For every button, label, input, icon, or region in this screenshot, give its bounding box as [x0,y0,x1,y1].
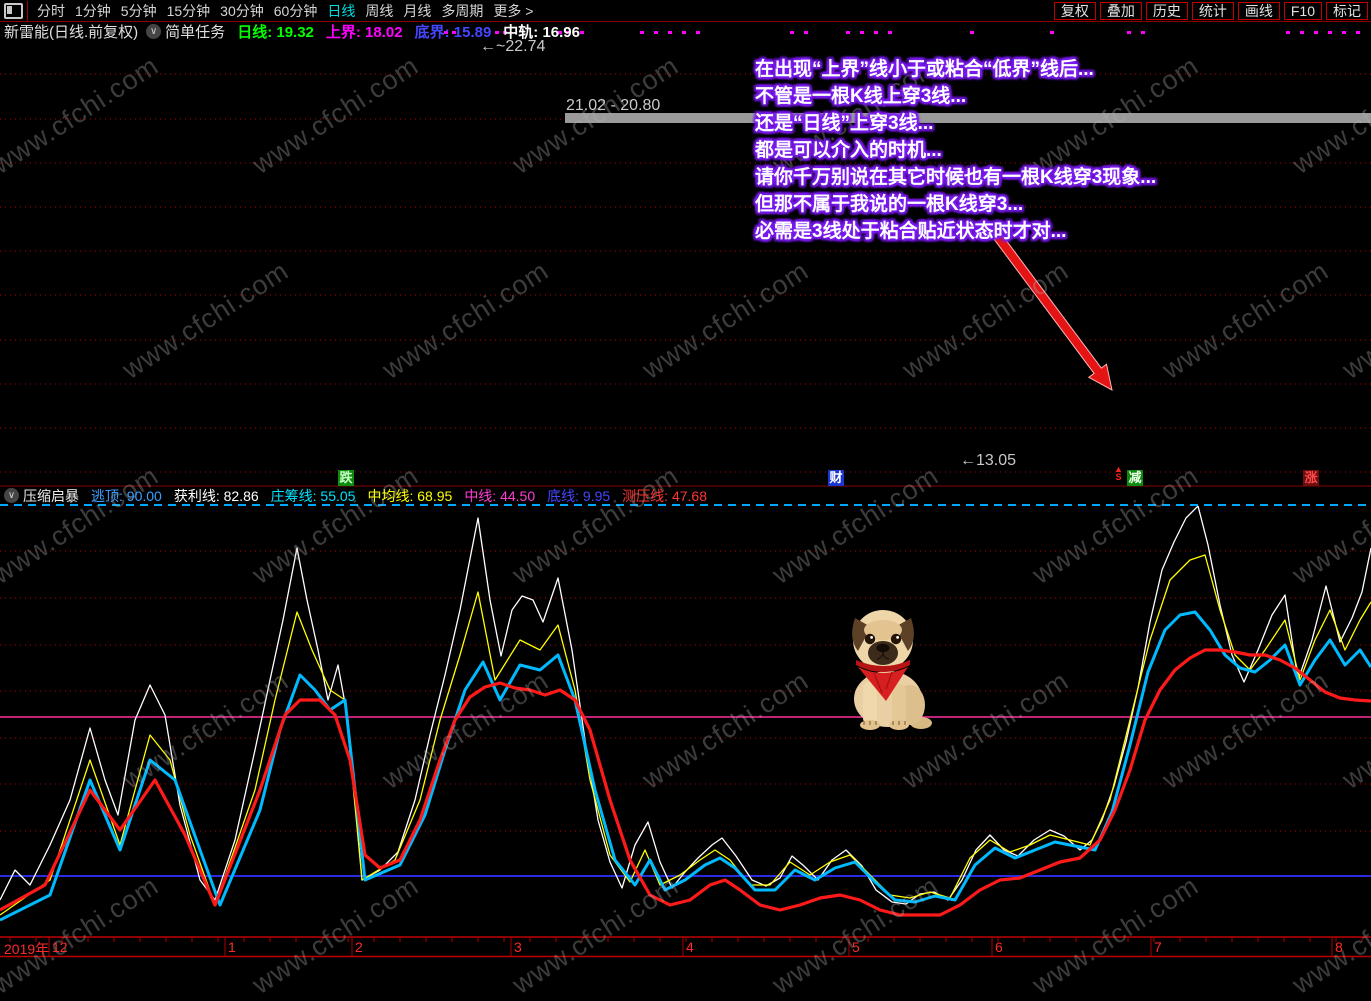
sub-value-5: 底线: 9.95 [547,487,611,504]
event-badge-0: 跌 [338,470,354,486]
stock-title: 新雷能(日线.前复权) [4,23,139,41]
menu-item-8[interactable]: 月线 [403,1,431,21]
annotation-line-0: 在出现“上界”线小于或粘合“低界”线后... [755,59,1094,80]
menu-item-0[interactable]: 分时 [37,1,65,21]
sub-value-6: 测压线: 47.68 [622,487,707,504]
menu-item-3[interactable]: 15分钟 [167,1,211,21]
menu-item-4[interactable]: 30分钟 [220,1,264,21]
axis-month-label-2: 2 [355,939,363,955]
right-menu-3[interactable]: 统计 [1191,1,1234,20]
menu-item-9[interactable]: 多周期 [441,1,483,21]
top-menu-items: 分时 1分钟 5分钟 15分钟 30分钟 60分钟 日线 周线 月线 多周期 更多 > [32,1,538,21]
annotation-line-6: 必需是3线处于粘合贴近状态时才对... [755,221,1067,242]
axis-month-label-4: 4 [686,939,694,955]
right-menu: 复权 叠加 历史 统计 画线 F10 标记 [1053,1,1371,20]
right-menu-2[interactable]: 历史 [1145,1,1188,20]
axis-month-label-1: 1 [228,939,236,955]
axis-month-label-8: 8 [1335,939,1343,955]
menu-item-10[interactable]: 更多 > [493,1,533,21]
right-menu-5[interactable]: F10 [1283,1,1322,20]
axis-year-label: 2019年 [4,941,50,957]
menu-item-5[interactable]: 60分钟 [274,1,318,21]
price-label-high: ←~22.74 [480,38,546,55]
menu-item-6[interactable]: 日线 [327,1,355,21]
menu-item-2[interactable]: 5分钟 [121,1,157,21]
right-menu-4[interactable]: 画线 [1237,1,1280,20]
chart-svg[interactable] [0,0,1371,958]
price-label-band: 21.02 - 20.80 [566,97,661,114]
annotation-line-1: 不管是一根K线上穿3线... [755,86,967,107]
puppy-image [852,610,932,730]
axis-month-label-5: 5 [852,939,860,955]
menu-item-7[interactable]: 周线 [365,1,393,21]
info-value-0: 日线: 19.32 [237,23,314,41]
top-menu-bar: 分时 1分钟 5分钟 15分钟 30分钟 60分钟 日线 周线 月线 多周期 更多 > 复权 叠加 历史… [0,0,1371,22]
sub-indicator-values: 逃顶: 90.00 获利线: 82.86 庄筹线: 55.05 中均线: 68.95 中… [79,486,707,506]
task-chevron-icon[interactable]: ∨ [146,23,162,39]
sub-value-2: 庄筹线: 55.05 [270,487,356,504]
indicator-name[interactable]: 压缩启暴 [23,486,79,506]
axis-month-label-0: 12 [52,939,68,955]
menu-item-1[interactable]: 1分钟 [75,1,111,21]
sell-marker-icon: ▲ S [1114,464,1123,482]
sub-indicator-header: ∨ 压缩启暴 逃顶: 90.00 获利线: 82.86 庄筹线: 55.05 中均线:… [4,487,707,504]
task-label[interactable]: 简单任务 [165,21,225,42]
event-badge-3: 涨 [1303,470,1319,486]
annotation-line-3: 都是可以介入的时机... [755,140,942,161]
indicator-chevron-icon[interactable]: ∨ [4,488,19,503]
annotation-line-5: 但那不属于我说的一根K线穿3... [755,194,1024,215]
axis-month-label-7: 7 [1154,939,1162,955]
event-badge-1: 财 [828,470,844,486]
sub-value-0: 逃顶: 90.00 [91,487,162,504]
annotation-note: 在出现“上界”线小于或粘合“低界”线后... 不管是一根K线上穿3线... 还是“日… [755,56,1156,245]
event-badge-2: 减 [1127,470,1143,486]
sub-value-4: 中线: 44.50 [464,487,536,504]
right-menu-0[interactable]: 复权 [1053,1,1096,20]
annotation-line-4: 请你千万别说在其它时候也有一根K线穿3现象... [755,167,1157,188]
sub-value-1: 获利线: 82.86 [173,487,259,504]
price-label-low: ←13.05 [960,452,1017,469]
info-value-1: 上界: 18.02 [325,23,403,41]
axis-month-label-3: 3 [514,939,522,955]
window-icon[interactable] [4,2,23,19]
annotation-line-2: 还是“日线”上穿3线... [755,113,934,134]
menu-divider [27,0,28,21]
sub-value-3: 中均线: 68.95 [367,487,453,504]
right-menu-1[interactable]: 叠加 [1099,1,1142,20]
axis-month-label-6: 6 [995,939,1003,955]
right-menu-6[interactable]: 标记 [1326,1,1368,20]
